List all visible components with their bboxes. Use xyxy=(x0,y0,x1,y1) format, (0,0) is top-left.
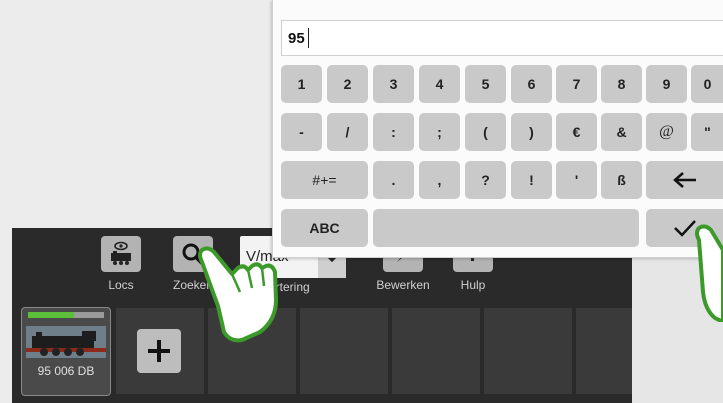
key-6[interactable]: 6 xyxy=(511,65,552,103)
search-input-value: 95 xyxy=(288,30,305,47)
key-colon[interactable]: : xyxy=(373,113,414,151)
key-2[interactable]: 2 xyxy=(327,65,368,103)
key-symbols[interactable]: #+= xyxy=(281,161,368,199)
key-abc[interactable]: ABC xyxy=(281,209,368,247)
text-caret xyxy=(308,28,309,48)
key-open-paren[interactable]: ( xyxy=(465,113,506,151)
key-eszett[interactable]: ß xyxy=(601,161,642,199)
key-euro[interactable]: € xyxy=(556,113,597,151)
key-dash[interactable]: - xyxy=(281,113,322,151)
locomotive-image xyxy=(26,326,106,358)
loc-slot xyxy=(392,308,480,394)
loc-card[interactable]: 95 006 DB xyxy=(21,307,111,396)
key-quote[interactable]: " xyxy=(691,113,723,151)
locs-button[interactable]: Locs xyxy=(93,236,149,296)
speed-bar xyxy=(28,312,104,318)
key-semicolon[interactable]: ; xyxy=(419,113,460,151)
loc-slot xyxy=(484,308,572,394)
key-0[interactable]: 0 xyxy=(691,65,723,103)
locomotive-eye-icon xyxy=(101,236,141,272)
key-9[interactable]: 9 xyxy=(646,65,687,103)
key-close-paren[interactable]: ) xyxy=(511,113,552,151)
key-at[interactable]: @ xyxy=(646,113,687,151)
key-exclamation[interactable]: ! xyxy=(511,161,552,199)
backspace-arrow-icon xyxy=(673,172,696,188)
key-8[interactable]: 8 xyxy=(601,65,642,103)
key-3[interactable]: 3 xyxy=(373,65,414,103)
key-4[interactable]: 4 xyxy=(419,65,460,103)
key-question[interactable]: ? xyxy=(465,161,506,199)
plus-icon xyxy=(148,340,170,362)
key-slash[interactable]: / xyxy=(327,113,368,151)
key-5[interactable]: 5 xyxy=(465,65,506,103)
backspace-key[interactable] xyxy=(646,161,723,199)
loc-name: 95 006 DB xyxy=(37,364,95,378)
key-ampersand[interactable]: & xyxy=(601,113,642,151)
search-input[interactable]: 95 xyxy=(281,20,723,56)
pointing-hand-icon xyxy=(695,224,723,322)
locs-label: Locs xyxy=(108,278,134,292)
key-comma[interactable]: , xyxy=(419,161,460,199)
pointing-hand-icon xyxy=(198,246,278,343)
add-loc-button[interactable] xyxy=(137,329,181,373)
key-1[interactable]: 1 xyxy=(281,65,322,103)
key-apostrophe[interactable]: ' xyxy=(556,161,597,199)
key-7[interactable]: 7 xyxy=(556,65,597,103)
loc-slot xyxy=(576,308,632,394)
edit-label: Bewerken xyxy=(376,278,430,292)
help-label: Hulp xyxy=(460,278,486,292)
loc-slot xyxy=(300,308,388,394)
keyboard-popup: 95 1 2 3 4 5 6 7 8 9 0 - / : ; ( ) € & @… xyxy=(272,0,723,258)
space-key[interactable] xyxy=(373,209,639,247)
key-period[interactable]: . xyxy=(373,161,414,199)
